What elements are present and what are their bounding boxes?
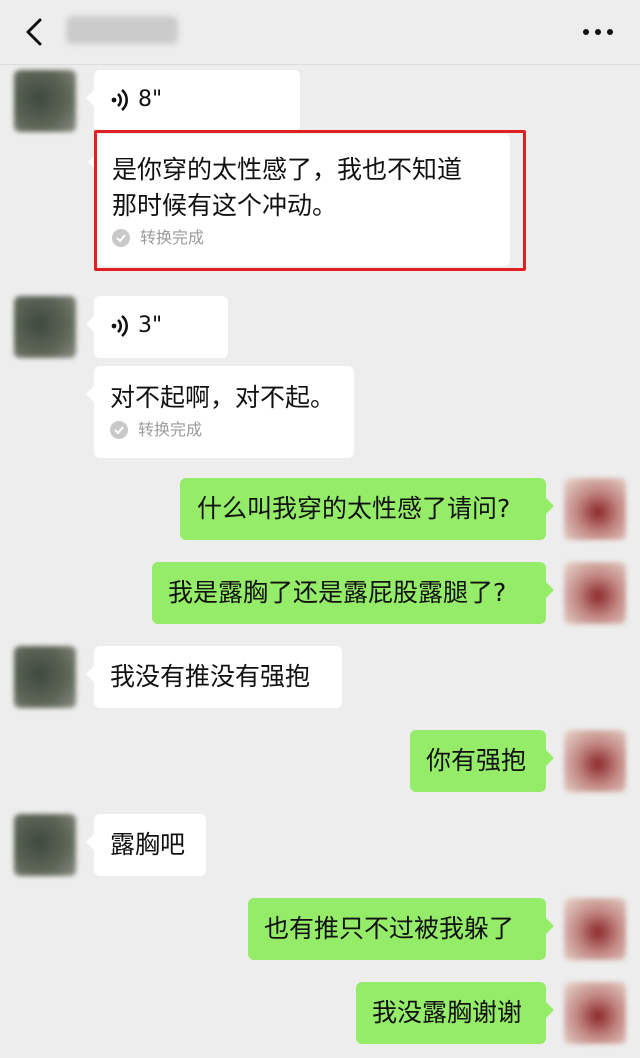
avatar-self[interactable] — [564, 478, 626, 540]
message-text: 我没露胸谢谢 — [372, 998, 523, 1027]
received-message[interactable]: 露胸吧 — [86, 814, 206, 876]
voice-transcript[interactable]: 对不起啊，对不起。 转换完成 — [86, 366, 354, 458]
message-text: 我没有推没有强抱 — [110, 662, 311, 691]
voice-message[interactable]: 8" — [86, 70, 300, 132]
avatar-self[interactable] — [564, 730, 626, 792]
sent-message[interactable]: 你有强抱 — [410, 730, 554, 792]
voice-duration: 8" — [138, 87, 163, 112]
check-icon — [110, 421, 128, 439]
back-button[interactable] — [18, 14, 54, 50]
sent-message[interactable]: 什么叫我穿的太性感了请问? — [180, 478, 554, 540]
avatar-contact[interactable] — [14, 814, 76, 876]
message-text: 我是露胸了还是露屁股露腿了? — [168, 578, 507, 607]
message-text: 也有推只不过被我躲了 — [264, 914, 515, 943]
message-text: 露胸吧 — [110, 830, 186, 859]
red-highlight-box — [94, 130, 526, 271]
sent-message[interactable]: 我没露胸谢谢 — [356, 982, 554, 1044]
avatar-contact[interactable] — [14, 296, 76, 358]
voice-wave-icon — [111, 315, 128, 337]
ellipsis-icon — [583, 29, 613, 35]
sent-message[interactable]: 我是露胸了还是露屁股露腿了? — [152, 562, 554, 624]
conversion-status: 转换完成 — [110, 420, 338, 440]
message-text: 你有强抱 — [426, 746, 527, 775]
voice-duration: 3" — [138, 313, 163, 338]
avatar-self[interactable] — [564, 898, 626, 960]
transcript-line: 对不起啊，对不起。 — [110, 383, 336, 412]
chat-title-blurred — [66, 16, 178, 44]
more-button[interactable] — [578, 16, 618, 48]
received-message[interactable]: 我没有推没有强抱 — [86, 646, 342, 708]
sent-message[interactable]: 也有推只不过被我躲了 — [248, 898, 554, 960]
avatar-contact[interactable] — [14, 646, 76, 708]
chevron-left-icon — [26, 18, 42, 46]
avatar-self[interactable] — [564, 982, 626, 1044]
message-text: 什么叫我穿的太性感了请问? — [197, 494, 511, 523]
avatar-contact[interactable] — [14, 70, 76, 132]
chat-header — [0, 0, 640, 65]
voice-wave-icon — [111, 89, 128, 111]
voice-message[interactable]: 3" — [86, 296, 228, 358]
conversion-status-text: 转换完成 — [138, 420, 203, 439]
avatar-self[interactable] — [564, 562, 626, 624]
